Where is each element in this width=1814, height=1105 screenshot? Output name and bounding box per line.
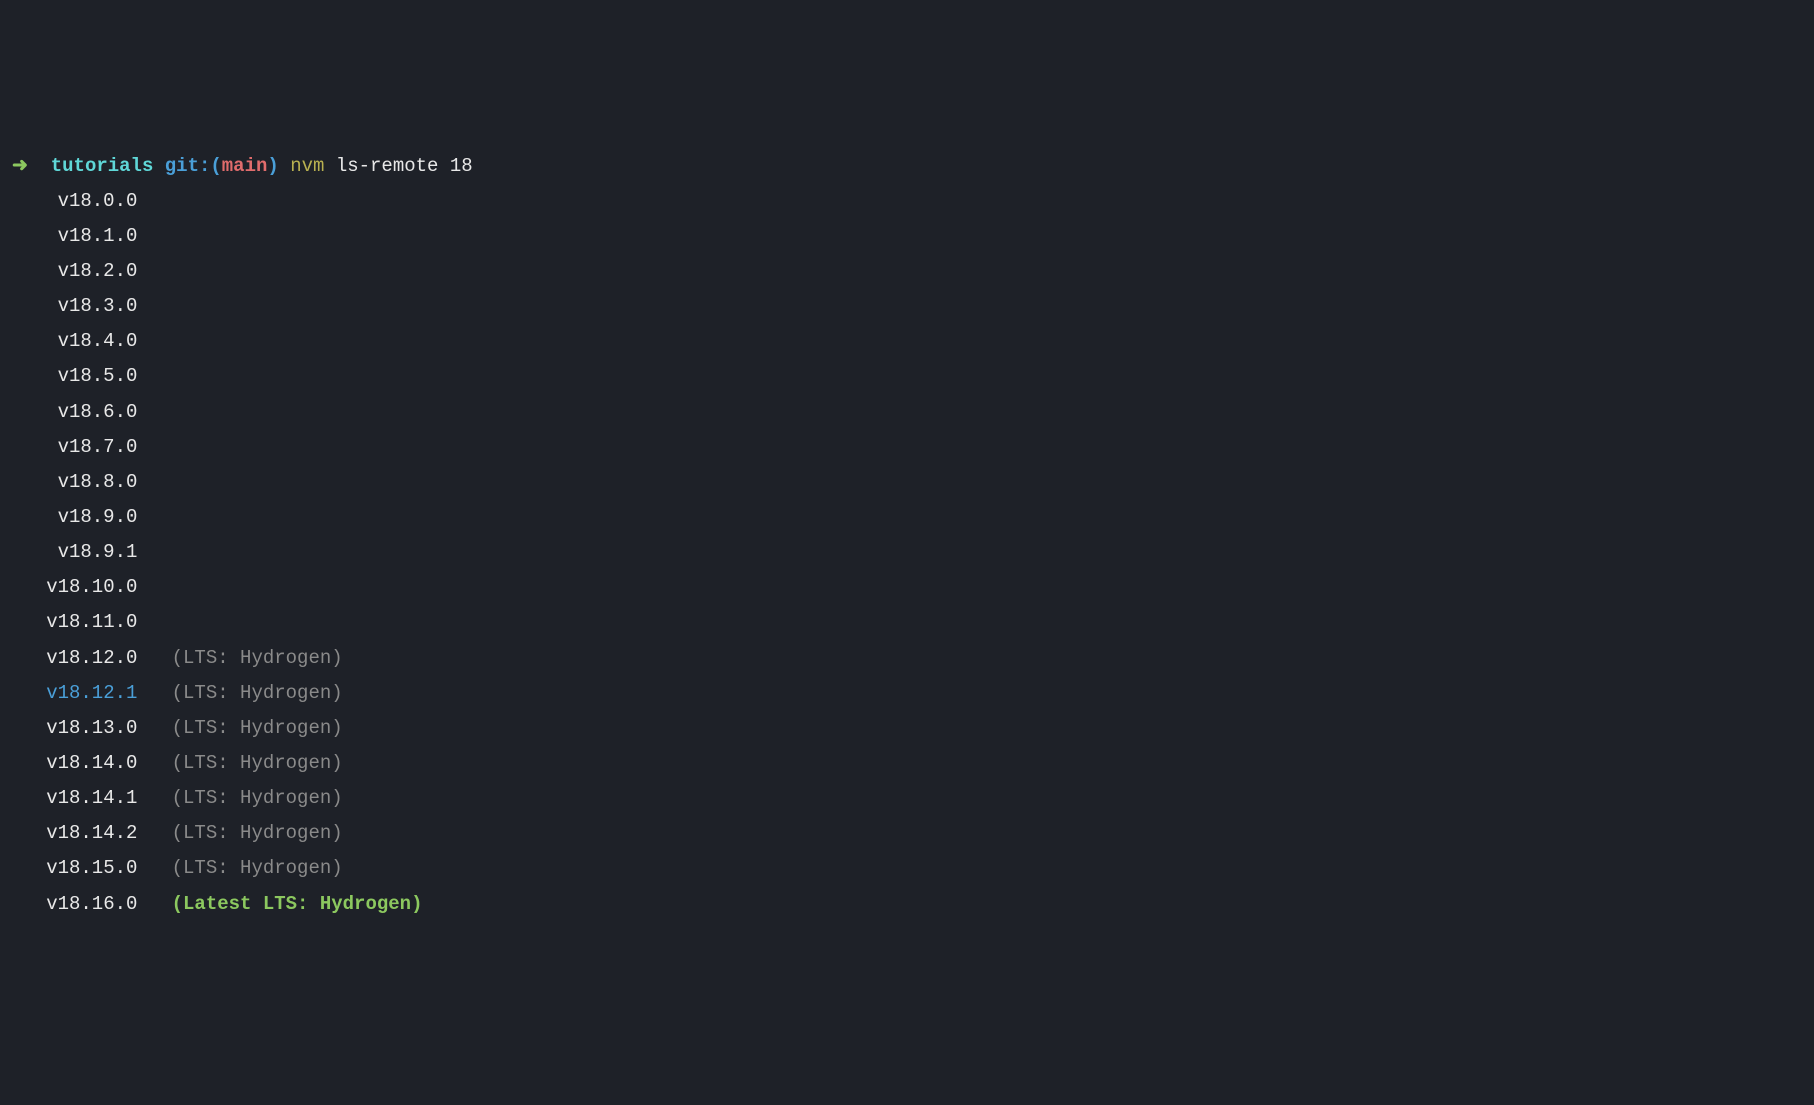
output-line: v18.11.0 (12, 605, 1802, 640)
version-label: (LTS: Hydrogen) (172, 752, 343, 774)
version-number: v18.2.0 (12, 254, 137, 289)
output-line: v18.1.0 (12, 219, 1802, 254)
version-number: v18.14.0 (12, 746, 137, 781)
output-line: v18.13.0 (LTS: Hydrogen) (12, 711, 1802, 746)
output-line: v18.16.0 (Latest LTS: Hydrogen) (12, 887, 1802, 922)
version-label: (LTS: Hydrogen) (172, 787, 343, 809)
output-line: v18.6.0 (12, 395, 1802, 430)
output-line: v18.10.0 (12, 570, 1802, 605)
version-label: (LTS: Hydrogen) (172, 682, 343, 704)
version-number: v18.7.0 (12, 430, 137, 465)
output-line: v18.9.1 (12, 535, 1802, 570)
version-label: (LTS: Hydrogen) (172, 857, 343, 879)
version-label: (LTS: Hydrogen) (172, 647, 343, 669)
output-line: v18.12.0 (LTS: Hydrogen) (12, 641, 1802, 676)
output-line: v18.14.1 (LTS: Hydrogen) (12, 781, 1802, 816)
terminal[interactable]: ➜ tutorials git:(main) nvm ls-remote 18v… (12, 149, 1802, 922)
version-number: v18.6.0 (12, 395, 137, 430)
version-number: v18.1.0 (12, 219, 137, 254)
version-number: v18.9.0 (12, 500, 137, 535)
version-number: v18.14.1 (12, 781, 137, 816)
output-line: v18.14.2 (LTS: Hydrogen) (12, 816, 1802, 851)
prompt-git-close: ) (267, 155, 278, 177)
version-number: v18.16.0 (12, 887, 137, 922)
prompt-arrow-icon: ➜ (12, 155, 28, 177)
output-line: v18.2.0 (12, 254, 1802, 289)
version-number: v18.3.0 (12, 289, 137, 324)
version-number: v18.4.0 (12, 324, 137, 359)
prompt-git-label: git:( (165, 155, 222, 177)
version-number: v18.12.1 (12, 676, 137, 711)
command-binary: nvm (290, 155, 324, 177)
version-label: (LTS: Hydrogen) (172, 717, 343, 739)
version-number: v18.9.1 (12, 535, 137, 570)
output-line: v18.3.0 (12, 289, 1802, 324)
version-number: v18.8.0 (12, 465, 137, 500)
output-line: v18.0.0 (12, 184, 1802, 219)
version-number: v18.11.0 (12, 605, 137, 640)
output-line: v18.8.0 (12, 465, 1802, 500)
output-line: v18.12.1 (LTS: Hydrogen) (12, 676, 1802, 711)
prompt-directory: tutorials (51, 155, 154, 177)
version-label: (LTS: Hydrogen) (172, 822, 343, 844)
command-args: ls-remote 18 (336, 155, 473, 177)
version-number: v18.13.0 (12, 711, 137, 746)
output-line: v18.9.0 (12, 500, 1802, 535)
output-line: v18.15.0 (LTS: Hydrogen) (12, 851, 1802, 886)
version-number: v18.12.0 (12, 641, 137, 676)
version-number: v18.10.0 (12, 570, 137, 605)
version-number: v18.0.0 (12, 184, 137, 219)
prompt-line: ➜ tutorials git:(main) nvm ls-remote 18 (12, 149, 1802, 184)
command-output: v18.0.0v18.1.0v18.2.0v18.3.0v18.4.0v18.5… (12, 184, 1802, 922)
version-number: v18.5.0 (12, 359, 137, 394)
output-line: v18.7.0 (12, 430, 1802, 465)
output-line: v18.5.0 (12, 359, 1802, 394)
output-line: v18.4.0 (12, 324, 1802, 359)
output-line: v18.14.0 (LTS: Hydrogen) (12, 746, 1802, 781)
prompt-branch: main (222, 155, 268, 177)
version-number: v18.14.2 (12, 816, 137, 851)
version-label: (Latest LTS: Hydrogen) (172, 893, 423, 915)
version-number: v18.15.0 (12, 851, 137, 886)
